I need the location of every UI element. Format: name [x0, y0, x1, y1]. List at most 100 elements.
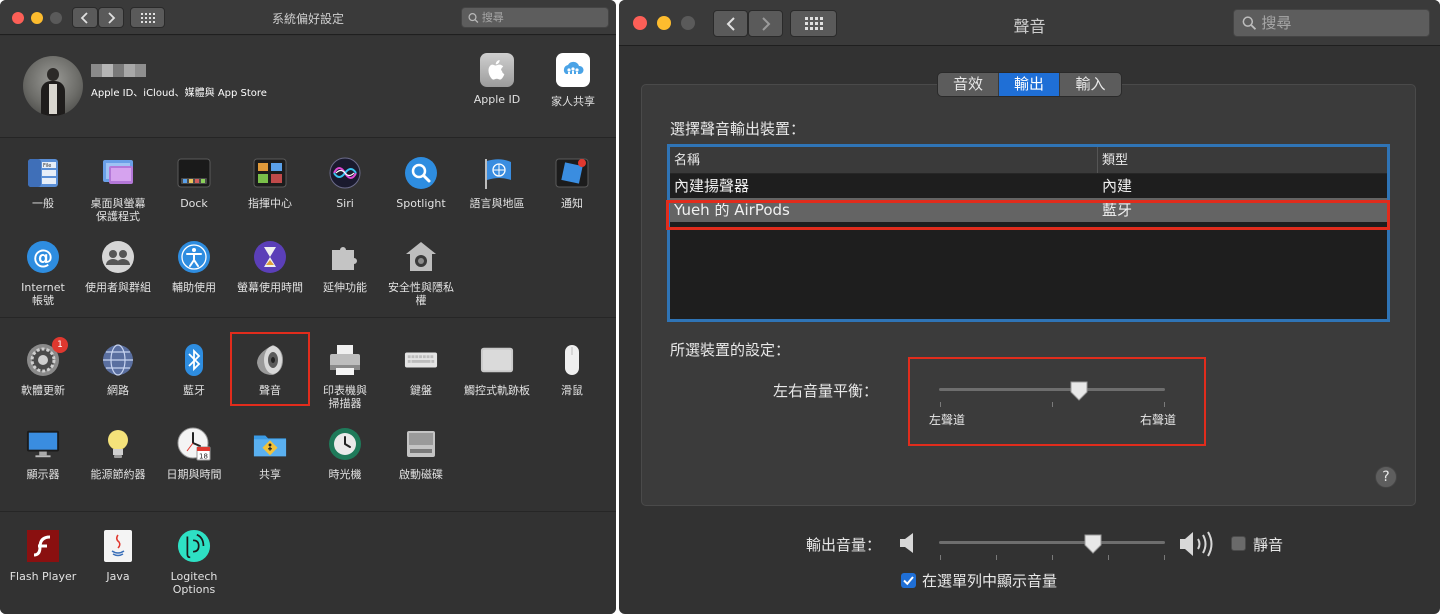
date-time-icon: 18 — [177, 427, 211, 461]
pref-software-update-label: 軟體更新 — [21, 384, 65, 397]
pref-java-label: Java — [106, 570, 130, 583]
pref-general[interactable]: File 一般 — [5, 156, 81, 210]
svg-text:@: @ — [33, 245, 53, 269]
tab-bar: 音效 輸出 輸入 — [937, 72, 1122, 97]
pref-dock[interactable]: Dock — [156, 156, 232, 210]
pref-siri[interactable]: Siri — [307, 156, 383, 210]
displays-icon — [26, 427, 60, 461]
pref-mouse[interactable]: 滑鼠 — [534, 343, 610, 397]
right-titlebar: 聲音 — [619, 0, 1440, 46]
svg-text:18: 18 — [199, 453, 208, 461]
family-sharing-pref[interactable]: 家人共享 — [538, 53, 608, 109]
search-field[interactable] — [461, 7, 609, 28]
security-privacy-icon — [404, 240, 438, 274]
pref-logitech-options[interactable]: Logitech Options — [152, 529, 236, 596]
pref-displays-label: 顯示器 — [26, 468, 60, 481]
volume-knob[interactable] — [1084, 534, 1102, 554]
tab-output[interactable]: 輸出 — [999, 73, 1060, 96]
apple-id-pref[interactable]: Apple ID — [462, 53, 532, 106]
extensions-icon — [328, 240, 362, 274]
pref-printers-scanners[interactable]: 印表機與 掃描器 — [307, 343, 383, 410]
volume-tick — [996, 555, 997, 560]
pref-security-privacy[interactable]: 安全性與隱私權 — [383, 240, 459, 307]
device-settings-label: 所選裝置的設定： — [670, 341, 791, 359]
pref-date-time[interactable]: 18 日期與時間 — [156, 427, 232, 481]
mute-label: 靜音 — [1253, 536, 1284, 554]
pref-network[interactable]: 網路 — [80, 343, 156, 397]
show-volume-label: 在選單列中顯示音量 — [922, 572, 1058, 590]
pref-language-region-label: 語言與地區 — [469, 197, 525, 210]
logitech-options-icon — [177, 529, 211, 563]
pref-internet-accounts[interactable]: @ Internet 帳號 — [5, 240, 81, 307]
sound-highlight-box — [230, 332, 310, 406]
printers-scanners-icon — [328, 343, 362, 377]
search-input[interactable] — [1261, 14, 1429, 32]
bluetooth-icon — [177, 343, 211, 377]
startup-disk-icon — [404, 427, 438, 461]
general-icon: File — [26, 156, 60, 190]
search-icon — [1242, 16, 1257, 30]
tab-sound-effects[interactable]: 音效 — [938, 73, 999, 96]
show-volume-checkbox[interactable] — [901, 573, 916, 588]
network-icon — [101, 343, 135, 377]
mouse-icon — [555, 343, 589, 377]
desktop-screensaver-icon — [101, 156, 135, 190]
avatar[interactable] — [23, 56, 83, 116]
pref-flash-player-label: Flash Player — [9, 570, 77, 583]
energy-saver-icon — [101, 427, 135, 461]
screen-time-icon — [253, 240, 287, 274]
search-icon — [468, 12, 479, 23]
pref-spotlight[interactable]: Spotlight — [383, 156, 459, 210]
mission-control-icon — [253, 156, 287, 190]
pref-accessibility[interactable]: 輔助使用 — [156, 240, 232, 294]
pref-bluetooth[interactable]: 藍牙 — [156, 343, 232, 397]
notifications-icon — [555, 156, 589, 190]
pref-displays[interactable]: 顯示器 — [5, 427, 81, 481]
pref-screen-time[interactable]: 螢幕使用時間 — [232, 240, 308, 294]
pref-notifications[interactable]: 通知 — [534, 156, 610, 210]
volume-tick — [940, 555, 941, 560]
pref-trackpad-label: 觸控式軌跡板 — [464, 384, 530, 397]
pref-trackpad[interactable]: 觸控式軌跡板 — [459, 343, 535, 397]
apple-id-icon — [480, 53, 514, 87]
family-sharing-label: 家人共享 — [551, 95, 595, 108]
pref-time-machine[interactable]: 時光機 — [307, 427, 383, 481]
pref-extensions[interactable]: 延伸功能 — [307, 240, 383, 294]
pref-startup-disk[interactable]: 啟動磁碟 — [383, 427, 459, 481]
pref-sharing[interactable]: 共享 — [232, 427, 308, 481]
search-input[interactable] — [481, 11, 608, 24]
account-area: Apple ID、iCloud、媒體與 App Store Apple ID 家… — [0, 36, 616, 138]
pref-date-time-label: 日期與時間 — [166, 468, 222, 481]
pref-startup-disk-label: 啟動磁碟 — [399, 468, 443, 481]
pref-keyboard[interactable]: 鍵盤 — [383, 343, 459, 397]
mute-checkbox[interactable] — [1231, 536, 1246, 551]
third-party-prefs-section: Flash Player Java Logitech Options — [0, 513, 616, 614]
volume-high-icon — [1180, 531, 1213, 557]
pref-network-label: 網路 — [107, 384, 129, 397]
pref-keyboard-label: 鍵盤 — [410, 384, 432, 397]
pref-mission-control[interactable]: 指揮中心 — [232, 156, 308, 210]
blurred-user-name — [91, 64, 146, 77]
pref-energy-saver[interactable]: 能源節約器 — [80, 427, 156, 481]
table-focus-ring — [667, 144, 1390, 322]
volume-track — [939, 541, 1165, 544]
pref-desktop-screensaver[interactable]: 桌面與螢幕 保護程式 — [80, 156, 156, 223]
pref-spotlight-label: Spotlight — [396, 197, 446, 210]
family-sharing-icon — [556, 53, 590, 87]
pref-java[interactable]: Java — [80, 529, 156, 583]
pref-internet-accounts-label: Internet 帳號 — [21, 281, 65, 307]
pref-users-groups[interactable]: 使用者與群組 — [80, 240, 156, 294]
pref-users-groups-label: 使用者與群組 — [85, 281, 151, 294]
pref-flash-player[interactable]: Flash Player — [5, 529, 81, 583]
tab-input[interactable]: 輸入 — [1060, 73, 1121, 96]
svg-text:File: File — [43, 163, 51, 169]
flash-player-icon — [26, 529, 60, 563]
pref-dock-label: Dock — [180, 197, 208, 210]
pref-software-update[interactable]: 1 軟體更新 — [5, 337, 81, 397]
pref-general-label: 一般 — [32, 197, 54, 210]
search-field[interactable] — [1233, 9, 1430, 37]
pref-language-region[interactable]: 語言與地區 — [459, 156, 535, 210]
help-button[interactable]: ? — [1375, 466, 1397, 488]
volume-tick — [1108, 555, 1109, 560]
update-badge: 1 — [52, 337, 68, 353]
